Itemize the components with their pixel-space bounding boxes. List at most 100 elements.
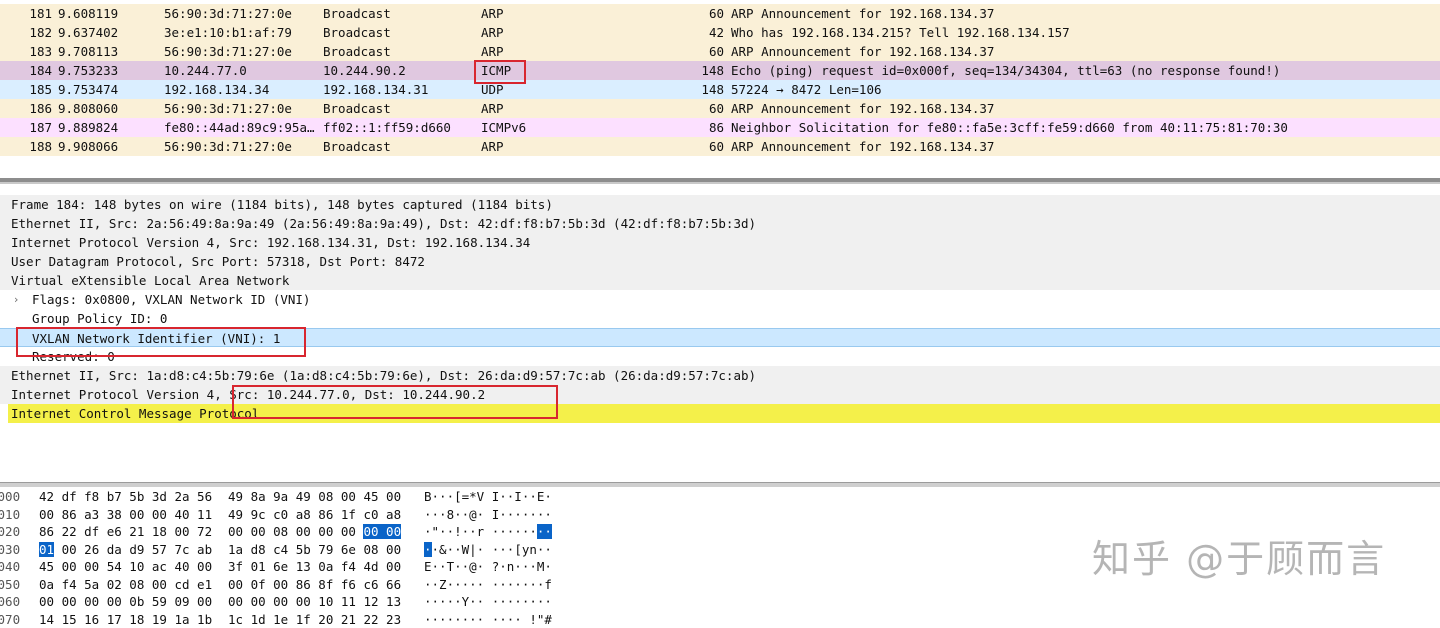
ascii-bytes: ·····Y·· ········ bbox=[424, 593, 552, 611]
packet-source: 56:90:3d:71:27:0e bbox=[164, 137, 318, 156]
ascii-bytes: ··Z····· ·······f bbox=[424, 576, 552, 594]
hex-offset: 0020 bbox=[0, 523, 20, 541]
hex-offset: 0030 bbox=[0, 541, 20, 559]
detail-group-policy[interactable]: Group Policy ID: 0 bbox=[0, 309, 1440, 328]
ascii-bytes: ········ ···· !"# bbox=[424, 611, 552, 628]
packet-info: Neighbor Solicitation for fe80::fa5e:3cf… bbox=[731, 118, 1440, 137]
detail-text: Virtual eXtensible Local Area Network bbox=[11, 271, 289, 290]
packet-protocol: ARP bbox=[481, 137, 561, 156]
chevron-right-icon[interactable]: › bbox=[14, 290, 18, 309]
hex-offset: 0010 bbox=[0, 506, 20, 524]
detail-text: Ethernet II, Src: 1a:d8:c4:5b:79:6e (1a:… bbox=[11, 366, 756, 385]
hex-bytes: 14 15 16 17 18 19 1a 1b bbox=[39, 611, 212, 628]
packet-no: 182 bbox=[0, 23, 52, 42]
packet-no: 188 bbox=[0, 137, 52, 156]
hex-offset: 0040 bbox=[0, 558, 20, 576]
packet-time: 9.753474 bbox=[58, 80, 158, 99]
hex-bytes: 00 0f 00 86 8f f6 c6 66 bbox=[228, 576, 401, 594]
packet-info: ARP Announcement for 192.168.134.37 bbox=[731, 99, 1440, 118]
hex-offset: 0070 bbox=[0, 611, 20, 628]
packet-length: 148 bbox=[668, 80, 724, 99]
hex-bytes: 42 df f8 b7 5b 3d 2a 56 bbox=[39, 488, 212, 506]
packet-row-184[interactable]: 184 9.753233 10.244.77.0 10.244.90.2 ICM… bbox=[0, 61, 1440, 80]
hex-bytes: 00 00 08 00 00 00 00 00 bbox=[228, 523, 401, 541]
packet-protocol: ARP bbox=[481, 42, 561, 61]
packet-info: ARP Announcement for 192.168.134.37 bbox=[731, 4, 1440, 23]
detail-text: User Datagram Protocol, Src Port: 57318,… bbox=[11, 252, 425, 271]
packet-length: 148 bbox=[668, 61, 724, 80]
hex-bytes-part: 00 26 da d9 57 7c ab bbox=[54, 542, 212, 557]
annotation-box-vni bbox=[16, 327, 306, 357]
packet-row-182[interactable]: 182 9.637402 3e:e1:10:b1:af:79 Broadcast… bbox=[0, 23, 1440, 42]
packet-time: 9.808060 bbox=[58, 99, 158, 118]
packet-length: 42 bbox=[668, 23, 724, 42]
packet-no: 187 bbox=[0, 118, 52, 137]
hex-bytes: 86 22 df e6 21 18 00 72 bbox=[39, 523, 212, 541]
packet-destination: Broadcast bbox=[323, 23, 477, 42]
detail-vxlan[interactable]: Virtual eXtensible Local Area Network bbox=[0, 271, 1440, 290]
hex-bytes: 00 86 a3 38 00 00 40 11 bbox=[39, 506, 212, 524]
packet-time: 9.753233 bbox=[58, 61, 158, 80]
packet-source: 56:90:3d:71:27:0e bbox=[164, 42, 318, 61]
hex-bytes: 00 00 00 00 0b 59 09 00 bbox=[39, 593, 212, 611]
detail-icmp[interactable]: Internet Control Message Protocol bbox=[8, 404, 1440, 423]
pane-splitter[interactable] bbox=[0, 482, 1440, 487]
packet-source: 56:90:3d:71:27:0e bbox=[164, 99, 318, 118]
packet-destination: Broadcast bbox=[323, 42, 477, 61]
hex-bytes: 49 9c c0 a8 86 1f c0 a8 bbox=[228, 506, 401, 524]
packet-destination: Broadcast bbox=[323, 137, 477, 156]
detail-ipv4-inner[interactable]: Internet Protocol Version 4, Src: 10.244… bbox=[0, 385, 1440, 404]
packet-protocol: ARP bbox=[481, 23, 561, 42]
packet-destination: 10.244.90.2 bbox=[323, 61, 477, 80]
detail-udp[interactable]: User Datagram Protocol, Src Port: 57318,… bbox=[0, 252, 1440, 271]
detail-text: Internet Control Message Protocol bbox=[11, 404, 259, 423]
hex-offset: 0050 bbox=[0, 576, 20, 594]
hex-bytes: 0a f4 5a 02 08 00 cd e1 bbox=[39, 576, 212, 594]
ascii-bytes: B···[=*V I··I··E· bbox=[424, 488, 552, 506]
packet-no: 181 bbox=[0, 4, 52, 23]
packet-row-188[interactable]: 188 9.908066 56:90:3d:71:27:0e Broadcast… bbox=[0, 137, 1440, 156]
ascii-bytes: ·"··!··r ········ bbox=[424, 523, 552, 541]
packet-protocol: ARP bbox=[481, 4, 561, 23]
hex-bytes-highlight: 01 bbox=[39, 542, 54, 557]
packet-time: 9.637402 bbox=[58, 23, 158, 42]
packet-time: 9.889824 bbox=[58, 118, 158, 137]
detail-frame[interactable]: Frame 184: 148 bytes on wire (1184 bits)… bbox=[0, 195, 1440, 214]
packet-length: 60 bbox=[668, 137, 724, 156]
packet-destination: Broadcast bbox=[323, 4, 477, 23]
hex-bytes: 1c 1d 1e 1f 20 21 22 23 bbox=[228, 611, 401, 628]
detail-ethernet-outer[interactable]: Ethernet II, Src: 2a:56:49:8a:9a:49 (2a:… bbox=[0, 214, 1440, 233]
detail-text: Ethernet II, Src: 2a:56:49:8a:9a:49 (2a:… bbox=[11, 214, 756, 233]
detail-ethernet-inner[interactable]: Ethernet II, Src: 1a:d8:c4:5b:79:6e (1a:… bbox=[0, 366, 1440, 385]
packet-no: 185 bbox=[0, 80, 52, 99]
detail-ipv4-outer[interactable]: Internet Protocol Version 4, Src: 192.16… bbox=[0, 233, 1440, 252]
packet-length: 60 bbox=[668, 99, 724, 118]
hex-bytes: 49 8a 9a 49 08 00 45 00 bbox=[228, 488, 401, 506]
packet-row-186[interactable]: 186 9.808060 56:90:3d:71:27:0e Broadcast… bbox=[0, 99, 1440, 118]
packet-info: ARP Announcement for 192.168.134.37 bbox=[731, 42, 1440, 61]
packet-source: fe80::44ad:89c9:95a… bbox=[164, 118, 318, 137]
packet-time: 9.908066 bbox=[58, 137, 158, 156]
packet-details: Frame 184: 148 bytes on wire (1184 bits)… bbox=[0, 194, 1440, 434]
annotation-box-icmp bbox=[474, 60, 526, 84]
packet-row-183[interactable]: 183 9.708113 56:90:3d:71:27:0e Broadcast… bbox=[0, 42, 1440, 61]
hex-offset: 0000 bbox=[0, 488, 20, 506]
packet-info: ARP Announcement for 192.168.134.37 bbox=[731, 137, 1440, 156]
hex-bytes: 00 00 00 00 10 11 12 13 bbox=[228, 593, 401, 611]
ascii-highlight: ·· bbox=[537, 524, 552, 539]
packet-length: 60 bbox=[668, 4, 724, 23]
packet-source: 10.244.77.0 bbox=[164, 61, 318, 80]
packet-protocol: ARP bbox=[481, 99, 561, 118]
packet-no: 184 bbox=[0, 61, 52, 80]
packet-no: 186 bbox=[0, 99, 52, 118]
hex-bytes: 45 00 00 54 10 ac 40 00 bbox=[39, 558, 212, 576]
annotation-box-inner-ip bbox=[232, 385, 558, 419]
detail-vxlan-flags[interactable]: › Flags: 0x0800, VXLAN Network ID (VNI) bbox=[0, 290, 1440, 309]
packet-row-181[interactable]: 181 9.608119 56:90:3d:71:27:0e Broadcast… bbox=[0, 4, 1440, 23]
packet-row-185[interactable]: 185 9.753474 192.168.134.34 192.168.134.… bbox=[0, 80, 1440, 99]
packet-destination: Broadcast bbox=[323, 99, 477, 118]
hex-bytes-highlight: 00 00 bbox=[363, 524, 401, 539]
detail-text: Internet Protocol Version 4, Src: 192.16… bbox=[11, 233, 530, 252]
packet-row-187[interactable]: 187 9.889824 fe80::44ad:89c9:95a… ff02::… bbox=[0, 118, 1440, 137]
pane-splitter-shadow bbox=[0, 182, 1440, 184]
